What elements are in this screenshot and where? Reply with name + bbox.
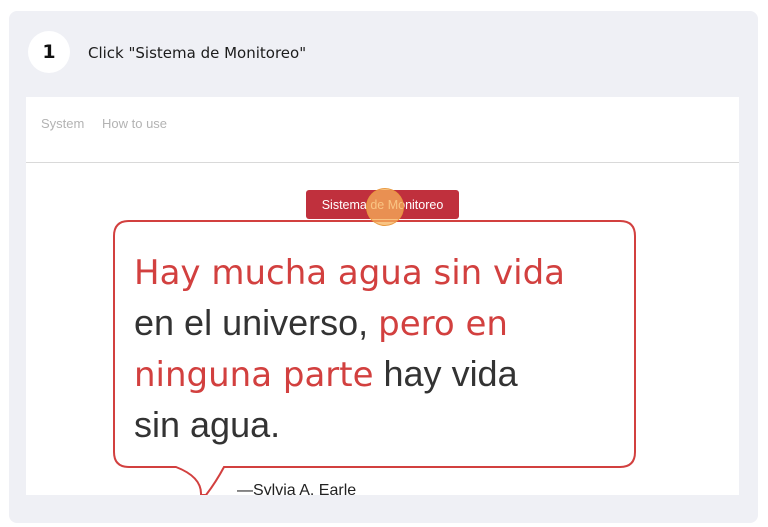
click-indicator — [366, 188, 404, 226]
step-instruction: Click "Sistema de Monitoreo" — [88, 44, 307, 62]
quote-author: —Sylvia A. Earle — [237, 482, 357, 495]
step-card: 1 Click "Sistema de Monitoreo" System Ho… — [9, 11, 758, 523]
quote-line-2b: pero en — [378, 304, 508, 344]
quote-line-3a: ninguna parte — [134, 355, 374, 395]
quote-text: Hay mucha agua sin vida en el universo, … — [134, 247, 634, 450]
step-number-badge: 1 — [28, 31, 70, 73]
screenshot-frame: System How to use Sistema de Monitoreo H… — [26, 97, 739, 495]
quote-line-1: Hay mucha agua sin vida — [134, 253, 565, 293]
quote-line-3b: hay vida — [373, 353, 518, 394]
quote-line-2a: en el universo, — [134, 302, 379, 343]
quote-line-4: sin agua. — [134, 404, 281, 445]
